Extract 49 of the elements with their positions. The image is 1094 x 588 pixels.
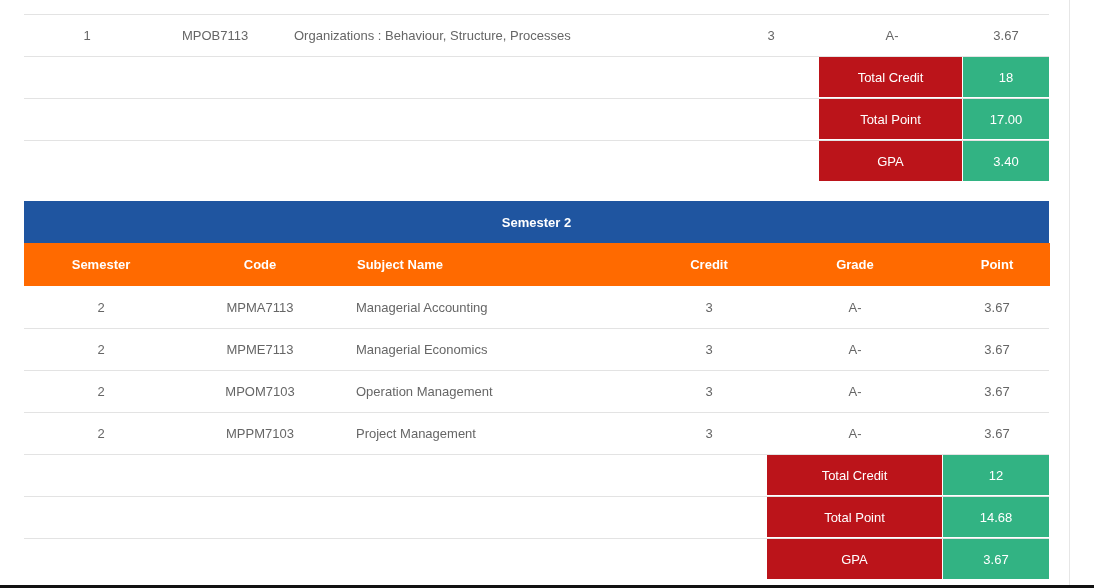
column-header: Code	[178, 243, 342, 286]
summary-label: Total Credit	[767, 455, 942, 496]
table-cell-text: Managerial Economics	[355, 341, 489, 359]
table-cell-text: 2	[96, 298, 106, 317]
table-cell-text: 2	[96, 383, 106, 401]
table-cell-text: 3	[704, 425, 714, 443]
summary-value: 14.68	[942, 497, 1049, 538]
table-cell-text: Managerial Accounting	[355, 298, 489, 317]
column-header: Credit	[652, 243, 766, 286]
table-cell-text: A-	[847, 341, 863, 359]
summary-label: Total Point	[767, 497, 942, 538]
table-cell-text: 3.67	[983, 341, 1011, 359]
summary-value: 3.40	[962, 141, 1049, 182]
summary-value: 3.67	[942, 539, 1049, 580]
summary-label: GPA	[767, 539, 942, 580]
column-header: Semester	[24, 243, 178, 286]
table-cell-text: 3	[704, 298, 714, 317]
column-header: Subject Name	[342, 243, 652, 286]
table-cell-text: 2	[96, 341, 106, 359]
table-cell-text: Operation Management	[355, 383, 494, 401]
table-cell-text: MPOM7103	[224, 383, 296, 401]
summary-value: 18	[962, 57, 1049, 98]
table-cell-text: MPOB7113	[180, 27, 250, 45]
summary-value: 17.00	[962, 99, 1049, 140]
table-cell-text: 3	[704, 383, 714, 401]
table-cell-text: 3	[766, 27, 776, 45]
summary-label: Total Point	[819, 99, 962, 140]
semester-title: Semester 2	[24, 201, 1049, 243]
table-cell-text: A-	[847, 383, 863, 401]
table-cell-text: MPMA7113	[225, 298, 295, 317]
summary-label: GPA	[819, 141, 962, 182]
table-cell-text: MPPM7103	[225, 425, 295, 443]
table-cell-text: 3.67	[983, 383, 1011, 401]
summary-value: 12	[942, 455, 1049, 496]
table-cell-text: A-	[847, 425, 863, 443]
column-header: Grade	[766, 243, 944, 286]
table-cell-text: 3.67	[983, 298, 1011, 317]
table-cell-text: A-	[884, 27, 900, 45]
table-cell-text: 2	[96, 425, 106, 443]
table-cell-text: Organizations : Behaviour, Structure, Processes	[293, 27, 572, 45]
table-cell-text: Project Management	[355, 425, 477, 443]
table-cell-text: 1	[82, 27, 92, 45]
table-cell-text: A-	[847, 298, 863, 317]
column-header: Point	[944, 243, 1050, 286]
table-cell-text: 3.67	[983, 425, 1011, 443]
table-cell-text: 3	[704, 341, 714, 359]
table-cell-text: MPME7113	[225, 341, 295, 359]
summary-label: Total Credit	[819, 57, 962, 98]
table-cell-text: 3.67	[992, 27, 1020, 45]
